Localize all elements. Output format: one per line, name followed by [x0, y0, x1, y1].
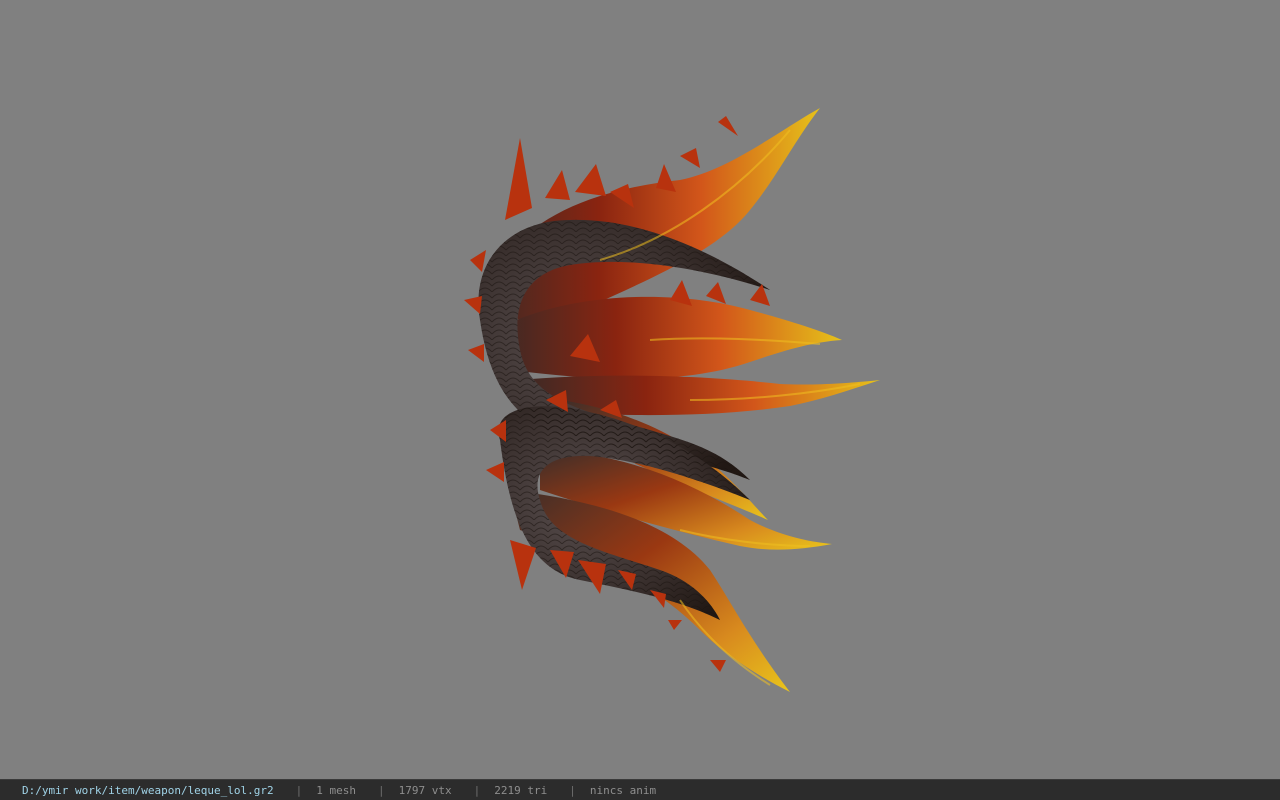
mesh-count: 1 mesh [316, 783, 357, 797]
triangle-count: 2219 tri [494, 783, 548, 797]
separator: | [569, 783, 576, 797]
blade-top [480, 108, 820, 330]
separator: | [473, 783, 481, 797]
file-path: D:/ymir work/item/weapon/leque_lol.gr2 [22, 783, 274, 797]
separator: | [295, 783, 303, 797]
separator: | [378, 783, 385, 797]
3d-viewport[interactable] [0, 0, 1280, 779]
fan-model-render [464, 108, 880, 692]
animation-status: nincs anim [589, 783, 657, 797]
vertex-count: 1797 vtx [398, 783, 452, 797]
status-bar: D:/ymir work/item/weapon/leque_lol.gr2 |… [0, 779, 1280, 800]
